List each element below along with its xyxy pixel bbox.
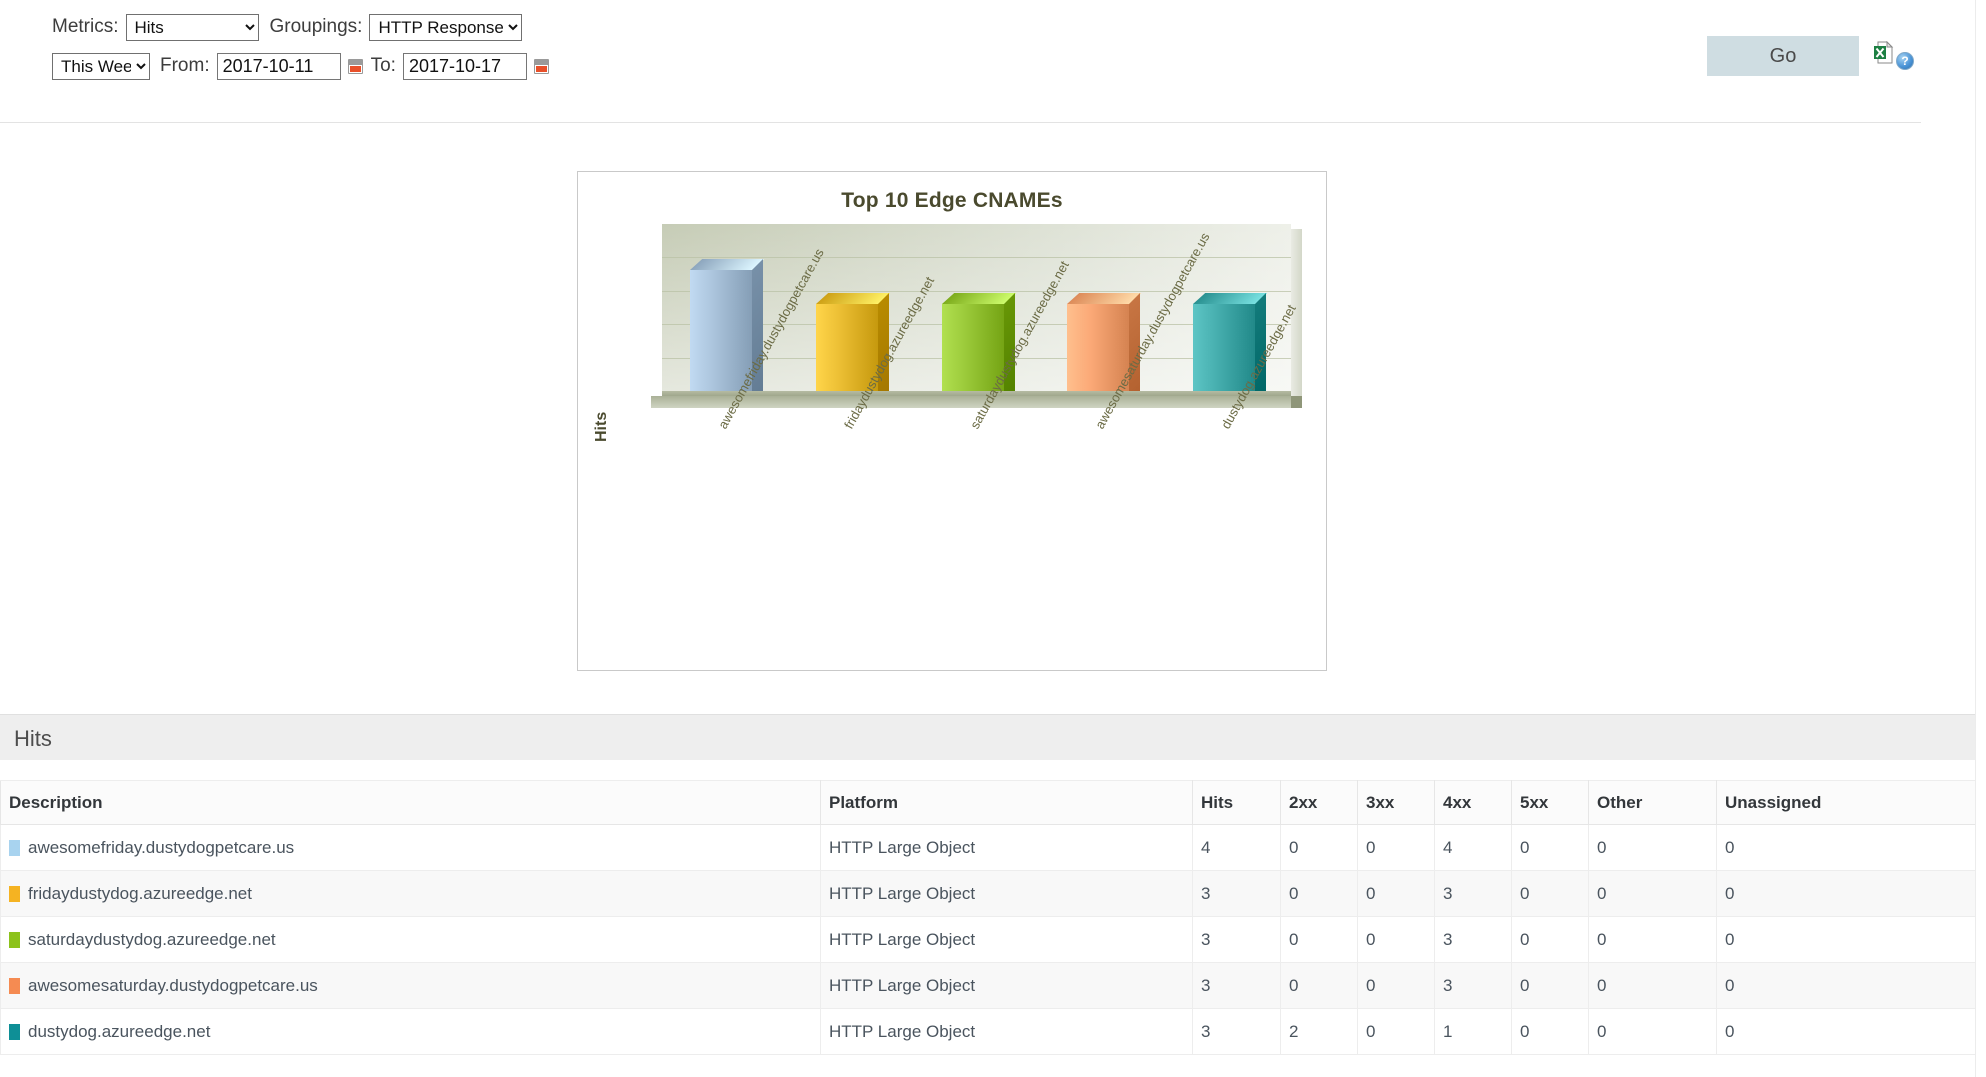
to-date-input[interactable]: [402, 52, 527, 80]
help-icon[interactable]: ?: [1896, 52, 1914, 70]
col-header-other[interactable]: Other: [1588, 780, 1717, 825]
cell-other: 0: [1588, 824, 1717, 871]
series-color-swatch: [9, 885, 20, 902]
results-section-header: Hits: [0, 714, 1975, 760]
chart-y-axis-label: Hits: [593, 411, 610, 442]
cell-4xx: 3: [1434, 870, 1512, 917]
cell-2xx: 0: [1280, 916, 1358, 963]
col-header-unassigned[interactable]: Unassigned: [1716, 780, 1986, 825]
date-range-select[interactable]: This Week: [52, 52, 150, 80]
table-row[interactable]: awesomefriday.dustydogpetcare.us HTTP Lar…: [0, 824, 1986, 871]
cell-description: saturdaydustydog.azureedge.net: [0, 916, 821, 963]
cell-platform: HTTP Large Object: [820, 962, 1193, 1009]
col-header-4xx[interactable]: 4xx: [1434, 780, 1512, 825]
cell-hits: 3: [1192, 916, 1281, 963]
series-color-swatch: [9, 1023, 20, 1040]
cell-unassigned: 0: [1716, 916, 1986, 963]
cell-other: 0: [1588, 916, 1717, 963]
table-row[interactable]: saturdaydustydog.azureedge.net HTTP Large…: [0, 916, 1986, 963]
table-header-row: Description Platform Hits 2xx 3xx 4xx 5x…: [0, 780, 1986, 825]
cell-platform: HTTP Large Object: [820, 824, 1193, 871]
calendar-icon-to[interactable]: [533, 58, 549, 74]
cell-unassigned: 0: [1716, 824, 1986, 871]
cell-3xx: 0: [1357, 870, 1435, 917]
chart-title: Top 10 Edge CNAMEs: [841, 189, 1063, 212]
cell-platform: HTTP Large Object: [820, 870, 1193, 917]
from-date-input[interactable]: [216, 52, 341, 80]
description-text: awesomefriday.dustydogpetcare.us: [28, 837, 295, 857]
description-text: dustydog.azureedge.net: [28, 1021, 211, 1041]
from-label: From:: [160, 55, 210, 76]
table-head: Description Platform Hits 2xx 3xx 4xx 5x…: [0, 780, 1986, 825]
cell-2xx: 0: [1280, 824, 1358, 871]
metrics-label: Metrics:: [52, 16, 119, 37]
description-text: saturdaydustydog.azureedge.net: [28, 929, 276, 949]
cell-3xx: 0: [1357, 824, 1435, 871]
cell-hits: 3: [1192, 962, 1281, 1009]
chart-panel: Top 10 Edge CNAMEs Hits awesomefriday.du…: [577, 171, 1327, 671]
cell-4xx: 1: [1434, 1008, 1512, 1055]
cell-description: awesomefriday.dustydogpetcare.us: [0, 824, 821, 871]
page-scrollbar[interactable]: [1975, 0, 1986, 1077]
cell-platform: HTTP Large Object: [820, 1008, 1193, 1055]
series-color-swatch: [9, 839, 20, 856]
metrics-select[interactable]: Hits: [125, 13, 259, 41]
cell-hits: 3: [1192, 870, 1281, 917]
cell-unassigned: 0: [1716, 962, 1986, 1009]
col-header-2xx[interactable]: 2xx: [1280, 780, 1358, 825]
series-color-swatch: [9, 977, 20, 994]
cell-description: dustydog.azureedge.net: [0, 1008, 821, 1055]
cell-4xx: 4: [1434, 824, 1512, 871]
filter-toolbar: Metrics: Hits Groupings: HTTP Response C…: [0, 0, 1986, 123]
results-table: Description Platform Hits 2xx 3xx 4xx 5x…: [0, 780, 1986, 1055]
cell-description: fridaydustydog.azureedge.net: [0, 870, 821, 917]
table-row[interactable]: fridaydustydog.azureedge.net HTTP Large O…: [0, 870, 1986, 917]
col-header-platform[interactable]: Platform: [820, 780, 1193, 825]
table-row[interactable]: dustydog.azureedge.net HTTP Large Object 3…: [0, 1008, 1986, 1055]
description-text: fridaydustydog.azureedge.net: [28, 883, 252, 903]
col-header-description[interactable]: Description: [0, 780, 821, 825]
cell-2xx: 0: [1280, 962, 1358, 1009]
cell-unassigned: 0: [1716, 870, 1986, 917]
cell-description: awesomesaturday.dustydogpetcare.us: [0, 962, 821, 1009]
series-color-swatch: [9, 931, 20, 948]
cell-4xx: 3: [1434, 916, 1512, 963]
chart-floor-front: [651, 396, 1291, 408]
calendar-icon-from[interactable]: [347, 58, 363, 74]
cell-4xx: 3: [1434, 962, 1512, 1009]
cell-other: 0: [1588, 870, 1717, 917]
col-header-3xx[interactable]: 3xx: [1357, 780, 1435, 825]
table-body: awesomefriday.dustydogpetcare.us HTTP Lar…: [0, 824, 1986, 1055]
excel-export-icon[interactable]: [1874, 40, 1894, 64]
section-title: Hits: [14, 726, 52, 751]
cell-2xx: 2: [1280, 1008, 1358, 1055]
cell-hits: 4: [1192, 824, 1281, 871]
groupings-select[interactable]: HTTP Response Codes: [369, 13, 523, 41]
cell-other: 0: [1588, 962, 1717, 1009]
to-label: To:: [370, 55, 396, 76]
cell-other: 0: [1588, 1008, 1717, 1055]
cell-3xx: 0: [1357, 962, 1435, 1009]
chart-floor-side: [1291, 396, 1302, 408]
col-header-5xx[interactable]: 5xx: [1511, 780, 1589, 825]
go-button[interactable]: Go: [1707, 36, 1859, 76]
toolbar-divider: [0, 122, 1921, 123]
cell-5xx: 0: [1511, 916, 1589, 963]
cell-3xx: 0: [1357, 1008, 1435, 1055]
cell-5xx: 0: [1511, 824, 1589, 871]
groupings-label: Groupings:: [269, 16, 363, 37]
cell-2xx: 0: [1280, 870, 1358, 917]
description-text: awesomesaturday.dustydogpetcare.us: [28, 975, 318, 995]
cell-5xx: 0: [1511, 870, 1589, 917]
cell-unassigned: 0: [1716, 1008, 1986, 1055]
toolbar-row-daterange: This Week From: To:: [0, 49, 1986, 83]
cell-3xx: 0: [1357, 916, 1435, 963]
cell-hits: 3: [1192, 1008, 1281, 1055]
cell-platform: HTTP Large Object: [820, 916, 1193, 963]
col-header-hits[interactable]: Hits: [1192, 780, 1281, 825]
cell-5xx: 0: [1511, 962, 1589, 1009]
table-row[interactable]: awesomesaturday.dustydogpetcare.us HTTP L…: [0, 962, 1986, 1009]
toolbar-row-metrics: Metrics: Hits Groupings: HTTP Response C…: [0, 10, 1986, 44]
cell-5xx: 0: [1511, 1008, 1589, 1055]
